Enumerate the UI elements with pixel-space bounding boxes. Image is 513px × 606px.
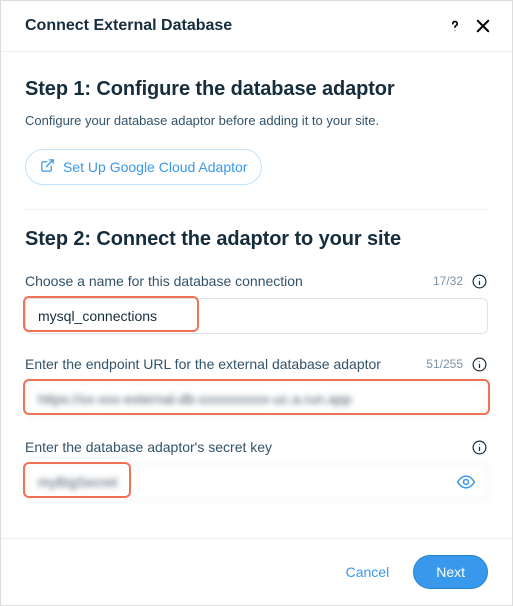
cancel-button[interactable]: Cancel <box>340 556 396 588</box>
next-button[interactable]: Next <box>413 555 488 589</box>
external-link-icon <box>40 158 55 176</box>
header-actions <box>446 17 492 35</box>
connect-external-database-modal: Connect External Database Step 1: Config… <box>0 0 513 606</box>
help-icon[interactable] <box>446 17 464 35</box>
secret-key-row: Enter the database adaptor's secret key <box>25 439 488 500</box>
step2-title: Step 2: Connect the adaptor to your site <box>25 228 488 251</box>
step2-section: Step 2: Connect the adaptor to your site… <box>25 210 488 500</box>
info-icon[interactable] <box>471 356 488 373</box>
info-icon[interactable] <box>471 439 488 456</box>
step1-description: Configure your database adaptor before a… <box>25 111 488 131</box>
modal-title: Connect External Database <box>25 17 446 35</box>
connection-name-label: Choose a name for this database connecti… <box>25 273 425 289</box>
reveal-secret-icon[interactable] <box>452 468 480 496</box>
info-icon[interactable] <box>471 273 488 290</box>
setup-google-cloud-adaptor-button[interactable]: Set Up Google Cloud Adaptor <box>25 149 262 185</box>
step1-section: Step 1: Configure the database adaptor C… <box>25 60 488 185</box>
secret-key-input[interactable] <box>25 464 488 500</box>
endpoint-url-counter: 51/255 <box>426 357 463 371</box>
modal-header: Connect External Database <box>1 1 512 52</box>
endpoint-url-row: Enter the endpoint URL for the external … <box>25 356 488 417</box>
connection-name-input[interactable] <box>25 298 488 334</box>
connection-name-counter: 17/32 <box>433 274 463 288</box>
modal-footer: Cancel Next <box>1 538 512 605</box>
endpoint-url-label: Enter the endpoint URL for the external … <box>25 356 418 372</box>
close-icon[interactable] <box>474 17 492 35</box>
endpoint-url-input[interactable] <box>25 381 488 417</box>
secret-key-label: Enter the database adaptor's secret key <box>25 439 463 455</box>
modal-content: Step 1: Configure the database adaptor C… <box>1 52 512 538</box>
step1-title: Step 1: Configure the database adaptor <box>25 78 488 101</box>
connection-name-row: Choose a name for this database connecti… <box>25 273 488 334</box>
setup-button-label: Set Up Google Cloud Adaptor <box>63 159 247 175</box>
